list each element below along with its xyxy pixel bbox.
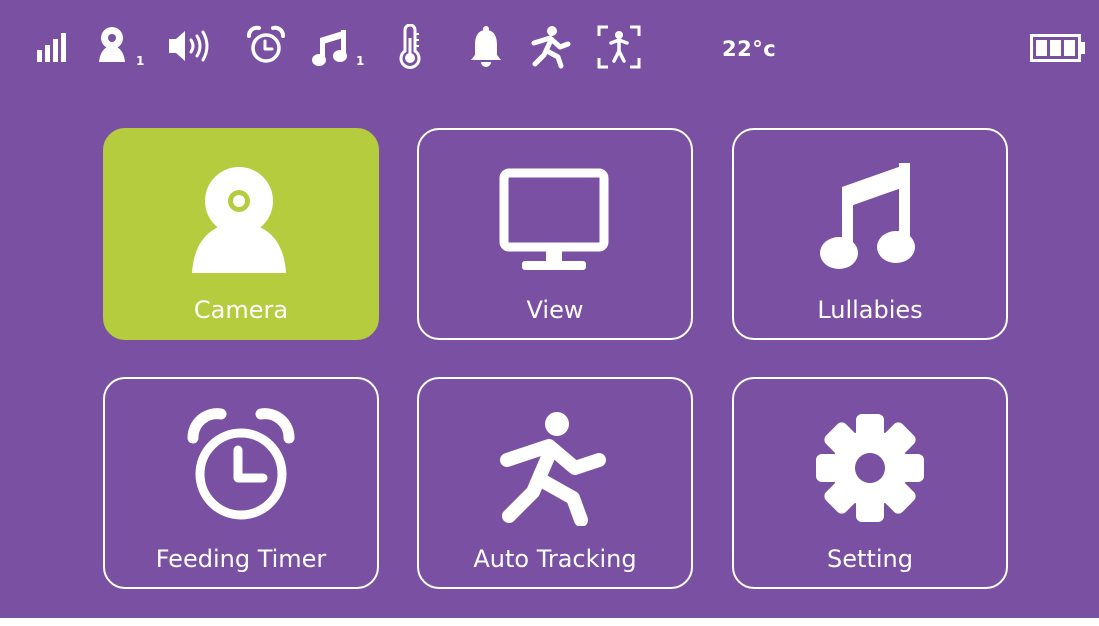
lullabies-menu-button[interactable]: Lullabies <box>732 128 1008 340</box>
person-tracking-icon <box>596 24 642 70</box>
monitor-screen: 1 1 22°c Camera View Lullabies Feeding T… <box>0 0 1099 618</box>
camera-icon <box>94 24 134 70</box>
lullabies-label: Lullabies <box>817 296 923 324</box>
view-label: View <box>526 296 584 324</box>
setting-menu-button[interactable]: Setting <box>732 377 1008 589</box>
running-person-icon <box>419 401 691 531</box>
lullaby-number-badge: 1 <box>356 54 365 68</box>
alarm-clock-icon <box>246 24 286 70</box>
temperature-readout: 22°c <box>722 37 777 61</box>
setting-label: Setting <box>827 545 913 573</box>
music-note-icon <box>310 24 352 70</box>
bell-icon <box>466 24 506 70</box>
battery-full-icon <box>1030 34 1086 80</box>
speaker-volume-icon <box>168 24 214 70</box>
gear-icon <box>734 401 1006 531</box>
monitor-icon <box>419 152 691 282</box>
feeding-timer-label: Feeding Timer <box>155 545 327 573</box>
camera-icon <box>105 152 377 282</box>
alarm-clock-icon <box>105 401 377 531</box>
auto-tracking-label: Auto Tracking <box>473 545 637 573</box>
camera-menu-button[interactable]: Camera <box>103 128 379 340</box>
music-note-icon <box>734 152 1006 282</box>
camera-label: Camera <box>193 296 289 324</box>
feeding-timer-menu-button[interactable]: Feeding Timer <box>103 377 379 589</box>
thermometer-icon <box>396 24 424 70</box>
running-person-icon <box>530 24 572 70</box>
status-bar: 1 1 22°c <box>0 0 1099 100</box>
camera-number-badge: 1 <box>136 54 145 68</box>
auto-tracking-menu-button[interactable]: Auto Tracking <box>417 377 693 589</box>
signal-strength-icon <box>36 24 68 70</box>
view-menu-button[interactable]: View <box>417 128 693 340</box>
